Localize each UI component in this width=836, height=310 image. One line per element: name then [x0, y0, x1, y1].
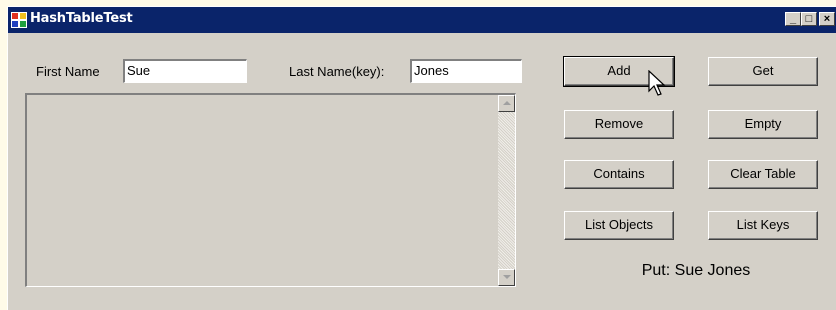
- arrow-up-icon: [503, 101, 511, 105]
- maximize-button[interactable]: □: [801, 12, 817, 26]
- objects-listbox[interactable]: [25, 93, 516, 287]
- get-button[interactable]: Get: [708, 57, 818, 86]
- contains-button[interactable]: Contains: [564, 160, 674, 189]
- scroll-up-button[interactable]: [498, 95, 515, 112]
- minimize-button[interactable]: _: [785, 12, 801, 26]
- maximize-icon: □: [805, 13, 813, 25]
- mouse-pointer-icon: [648, 70, 666, 96]
- vertical-scrollbar[interactable]: [498, 95, 515, 286]
- remove-button[interactable]: Remove: [564, 110, 674, 139]
- app-icon: [11, 12, 27, 28]
- status-text: Put: Sue Jones: [641, 262, 751, 279]
- close-icon: ×: [823, 13, 831, 25]
- scroll-down-button[interactable]: [498, 269, 515, 286]
- first-name-field[interactable]: Sue: [123, 59, 247, 83]
- empty-button[interactable]: Empty: [708, 110, 818, 139]
- window-title: HashTableTest: [30, 11, 133, 26]
- arrow-down-icon: [503, 275, 511, 279]
- first-name-label: First Name: [36, 64, 100, 79]
- close-button[interactable]: ×: [819, 12, 835, 26]
- last-name-field[interactable]: Jones: [410, 59, 522, 83]
- list-objects-button[interactable]: List Objects: [564, 211, 674, 240]
- title-bar[interactable]: HashTableTest _ □ ×: [8, 7, 836, 33]
- clear-table-button[interactable]: Clear Table: [708, 160, 818, 189]
- last-name-label: Last Name(key):: [289, 64, 385, 79]
- list-keys-button[interactable]: List Keys: [708, 211, 818, 240]
- minimize-icon: _: [789, 13, 797, 25]
